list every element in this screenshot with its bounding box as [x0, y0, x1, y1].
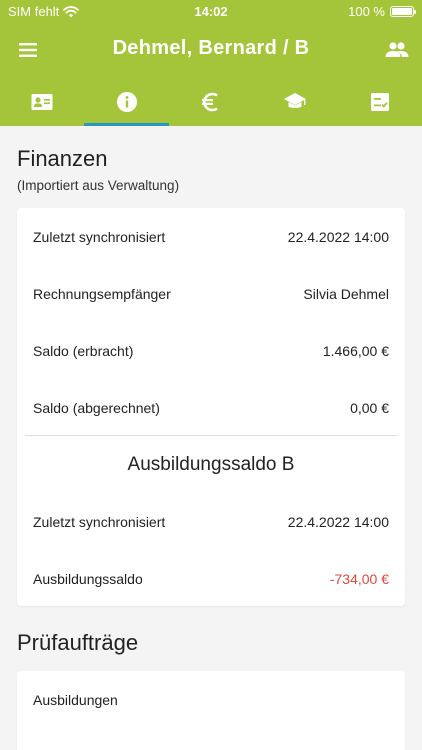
battery-level: [392, 8, 412, 15]
row-value-negative: -734,00 €: [329, 571, 389, 587]
tab-bar: [0, 78, 422, 126]
row-value: 0,00 €: [350, 400, 389, 416]
app-header: SIM fehlt 14:02 100 % Dehmel, Bernard / …: [0, 0, 422, 126]
tab-finance[interactable]: [169, 78, 253, 126]
row-value: 1.466,00 €: [322, 343, 389, 359]
menu-icon[interactable]: [16, 38, 40, 62]
row-label: Saldo (abgerechnet): [33, 400, 160, 416]
balance-billed-row: Saldo (abgerechnet) 0,00 €: [33, 398, 389, 418]
recipient-row: Rechnungsempfänger Silvia Dehmel: [33, 284, 389, 304]
row-label: Ausbildungen: [33, 692, 118, 708]
euro-icon: [202, 92, 218, 112]
finance-section-title: Finanzen: [17, 146, 108, 171]
page-title: Dehmel, Bernard / B: [112, 37, 310, 59]
info-icon: [116, 92, 137, 112]
tab-education[interactable]: [253, 78, 337, 126]
row-label: Rechnungsempfänger: [33, 286, 171, 302]
battery-icon: [390, 6, 416, 17]
row-label: Saldo (erbracht): [33, 343, 134, 359]
divider: [25, 435, 397, 436]
checklist-icon: [370, 93, 389, 111]
row-label: Ausbildungssaldo: [33, 571, 143, 587]
row-value: Silvia Dehmel: [303, 286, 389, 302]
people-icon[interactable]: [384, 38, 410, 62]
battery-percent: 100 %: [348, 4, 385, 19]
test-orders-card: Ausbildungen: [17, 671, 405, 750]
list-item[interactable]: Ausbildungen: [33, 690, 389, 710]
contact-card-icon: [31, 94, 53, 110]
test-orders-section-title: Prüfaufträge: [17, 630, 139, 655]
finance-section-subtitle: (Importiert aus Verwaltung): [17, 178, 180, 193]
tab-contact[interactable]: [0, 78, 84, 126]
app-bar: Dehmel, Bernard / B: [0, 28, 422, 72]
tab-checklist[interactable]: [338, 78, 422, 126]
row-label: Zuletzt synchronisiert: [33, 229, 166, 245]
finance-card: Zuletzt synchronisiert 22.4.2022 14:00 R…: [17, 208, 405, 606]
status-bar: SIM fehlt 14:02 100 %: [0, 0, 422, 24]
training-sync-row: Zuletzt synchronisiert 22.4.2022 14:00: [33, 512, 389, 532]
row-value: 22.4.2022 14:00: [287, 514, 389, 530]
row-value: 22.4.2022 14:00: [287, 229, 389, 245]
tab-info[interactable]: [84, 78, 170, 126]
balance-provided-row: Saldo (erbracht) 1.466,00 €: [33, 341, 389, 361]
training-balance-heading: Ausbildungssaldo B: [127, 454, 295, 475]
training-balance-row: Ausbildungssaldo -734,00 €: [33, 569, 389, 589]
graduation-cap-icon: [284, 93, 307, 108]
sync-row: Zuletzt synchronisiert 22.4.2022 14:00: [33, 227, 389, 247]
row-label: Zuletzt synchronisiert: [33, 514, 166, 530]
